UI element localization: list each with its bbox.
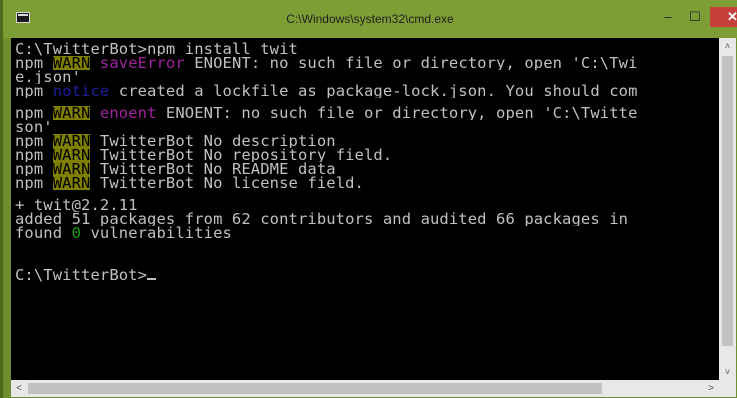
console-text: npm <box>15 134 53 148</box>
scrollbar-corner <box>719 380 736 397</box>
console-text: npm <box>15 84 53 98</box>
maximize-button[interactable]: ☐ <box>682 7 708 27</box>
console-text: npm <box>15 162 53 176</box>
horizontal-scrollbar[interactable]: < > <box>11 380 719 397</box>
console-text: ENOENT: no such file or directory, open … <box>184 56 638 70</box>
window-title: C:\Windows\system32\cmd.exe <box>286 12 454 26</box>
minimize-button[interactable]: – <box>655 7 681 27</box>
vertical-scrollbar[interactable]: ˄ ˅ <box>719 38 736 380</box>
console-text: ENOENT: no such file or directory, open … <box>156 106 638 120</box>
console-text: + twit@2.2.11 <box>15 198 138 212</box>
console-line: C:\TwitterBot>npm install twit <box>15 42 638 56</box>
console-line: npm WARN TwitterBot No license field. <box>15 176 638 190</box>
text-cursor <box>147 278 157 280</box>
console-text: TwitterBot No license field. <box>90 176 364 190</box>
console-line: found 0 vulnerabilities <box>15 226 638 240</box>
console-line: added 51 packages from 62 contributors a… <box>15 212 638 226</box>
vertical-scroll-thumb[interactable] <box>722 56 733 346</box>
console-text: added 51 packages from 62 contributors a… <box>15 212 629 226</box>
warn-badge: WARN <box>52 106 91 120</box>
error-code: enoent <box>99 106 157 120</box>
console-line: + twit@2.2.11 <box>15 198 638 212</box>
scroll-down-icon[interactable]: ˅ <box>719 364 736 380</box>
console-text: C:\TwitterBot>npm install twit <box>15 42 298 56</box>
console-line: e.json' <box>15 70 638 84</box>
console-text: found <box>15 226 72 240</box>
console-output[interactable]: C:\TwitterBot>npm install twit npm WARN s… <box>11 38 719 380</box>
console-line: npm WARN TwitterBot No description <box>15 134 638 148</box>
console-text: npm <box>15 106 53 120</box>
warn-badge: WARN <box>52 148 91 162</box>
console-text: vulnerabilities <box>81 226 232 240</box>
vulnerability-count: 0 <box>71 226 82 240</box>
console-text: TwitterBot No README data <box>90 162 336 176</box>
scroll-left-icon[interactable]: < <box>11 380 27 397</box>
console-line: npm WARN TwitterBot No README data <box>15 162 638 176</box>
console-line: npm notice created a lockfile as package… <box>15 84 638 98</box>
console-text: TwitterBot No repository field. <box>90 148 393 162</box>
scroll-up-icon[interactable]: ˄ <box>719 38 736 54</box>
warn-badge: WARN <box>52 176 91 190</box>
console-line: npm WARN enoent ENOENT: no such file or … <box>15 106 638 120</box>
console-line: son' <box>15 120 638 134</box>
console-text: created a lockfile as package-lock.json.… <box>109 84 638 98</box>
console-text: npm <box>15 148 53 162</box>
notice-label: notice <box>52 84 110 98</box>
console-line: npm WARN saveError ENOENT: no such file … <box>15 56 638 70</box>
console-lines: C:\TwitterBot>npm install twit npm WARN s… <box>15 42 638 282</box>
horizontal-scroll-thumb[interactable] <box>28 383 602 394</box>
console-line: npm WARN TwitterBot No repository field. <box>15 148 638 162</box>
close-button[interactable]: ✕ <box>710 7 737 27</box>
console-text: TwitterBot No description <box>90 134 336 148</box>
warn-badge: WARN <box>52 56 91 70</box>
warn-badge: WARN <box>52 134 91 148</box>
error-code: saveError <box>99 56 185 70</box>
console-text: son' <box>15 120 53 134</box>
console-text: e.json' <box>15 70 82 84</box>
title-bar[interactable]: C:\Windows\system32\cmd.exe – ☐ ✕ <box>3 0 737 38</box>
console-text: npm <box>15 56 53 70</box>
scroll-right-icon[interactable]: > <box>703 380 719 397</box>
console-text: npm <box>15 176 53 190</box>
console-line: C:\TwitterBot> <box>15 268 638 282</box>
console-text: C:\TwitterBot> <box>15 268 148 282</box>
warn-badge: WARN <box>52 162 91 176</box>
